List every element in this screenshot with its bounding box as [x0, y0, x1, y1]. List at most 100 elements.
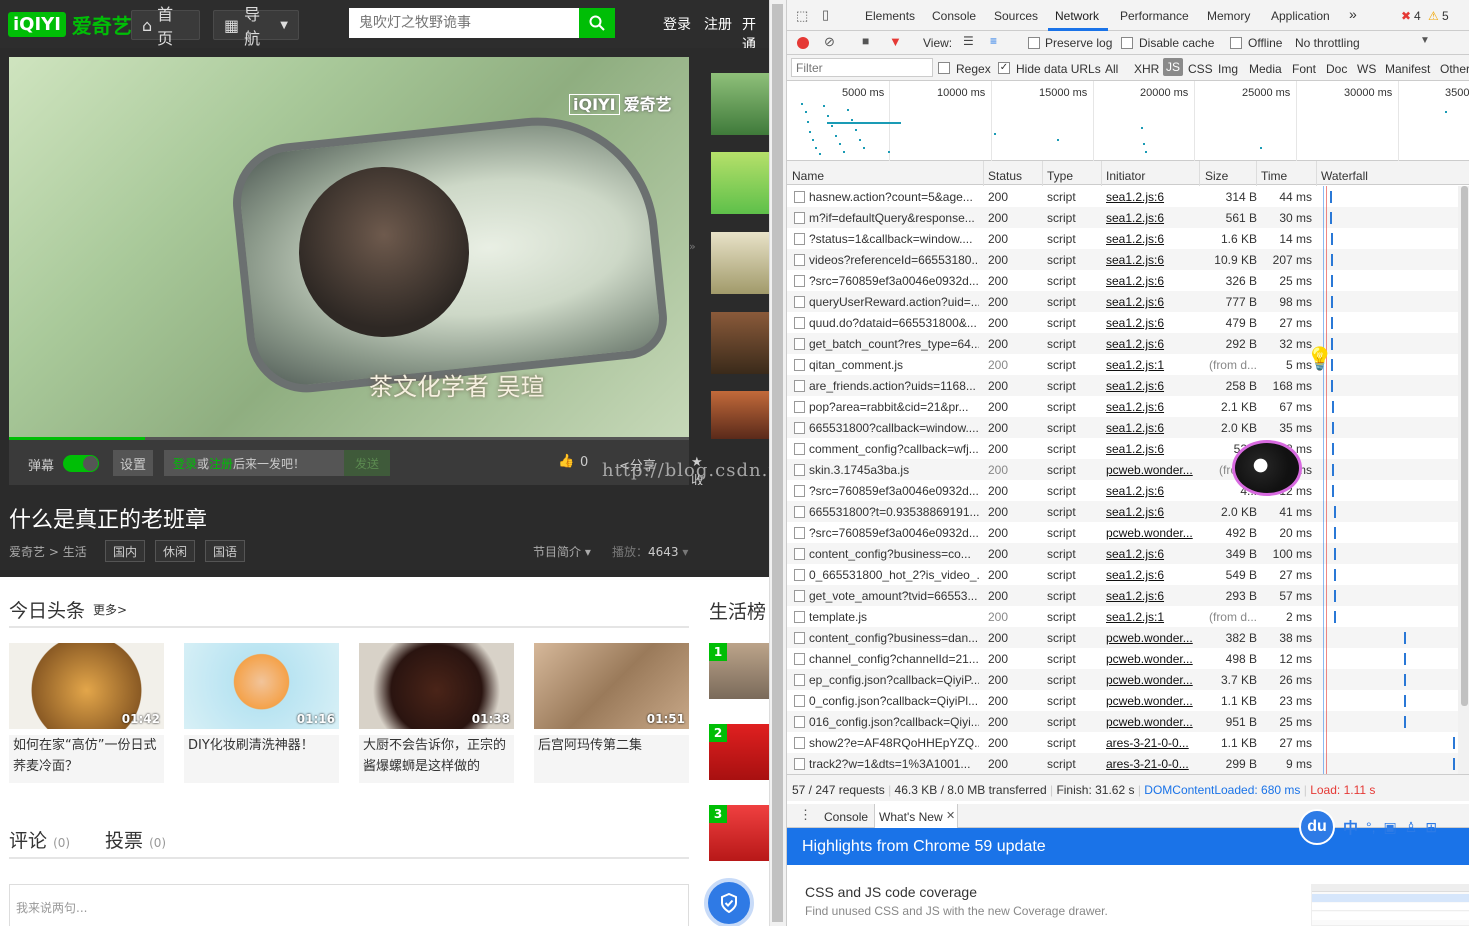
table-row[interactable]: 016_config.json?callback=Qiyi... 200 scrip… — [787, 711, 1469, 732]
table-row[interactable]: ?src=760859ef3a0046e0932d... 200 script sea… — [787, 270, 1469, 291]
tab-performance[interactable]: Performance — [1120, 9, 1189, 23]
offline-checkbox[interactable] — [1230, 37, 1242, 49]
waterfall-view-icon[interactable]: ≡ — [990, 34, 997, 48]
tag-1[interactable]: 休闲 — [155, 540, 196, 562]
type-manifest[interactable]: Manifest — [1385, 62, 1430, 76]
type-doc[interactable]: Doc — [1326, 62, 1347, 76]
table-row[interactable]: get_vote_amount?tvid=66553... 200 script se… — [787, 585, 1469, 606]
col-time[interactable]: Time — [1261, 169, 1287, 183]
device-toolbar-icon[interactable]: ▯ — [822, 7, 829, 23]
settings-button[interactable]: 设置 — [113, 450, 153, 476]
col-waterfall[interactable]: Waterfall — [1321, 169, 1368, 183]
row-initiator[interactable]: sea1.2.js:6 — [1106, 190, 1194, 204]
nav-home-button[interactable]: ⌂ 首页 — [131, 5, 200, 48]
tab-sources[interactable]: Sources — [994, 9, 1038, 23]
floating-action-button[interactable] — [704, 878, 754, 926]
register-link[interactable]: 注册 — [704, 14, 732, 34]
login-link[interactable]: 登录 — [663, 14, 691, 34]
table-row[interactable]: videos?referenceId=66553180... 200 script s… — [787, 249, 1469, 270]
page-scrollbar-thumb[interactable] — [772, 4, 783, 922]
table-row[interactable]: m?if=defaultQuery&response... 200 script se… — [787, 207, 1469, 228]
rank-item-3[interactable]: 3 — [709, 805, 769, 861]
side-thumb-3[interactable] — [711, 232, 769, 294]
comment-tab[interactable]: 评论 (0) — [9, 826, 70, 853]
site-logo[interactable]: iQIYI 爱奇艺 — [8, 7, 132, 41]
table-row[interactable]: 0_config.json?callback=QiyiPl... 200 scrip… — [787, 690, 1469, 711]
close-icon[interactable]: ✕ — [946, 809, 955, 822]
coverage-title[interactable]: CSS and JS code coverage — [805, 884, 977, 900]
row-initiator[interactable]: sea1.2.js:6 — [1106, 400, 1194, 414]
screenshot-icon[interactable]: ■ — [862, 34, 869, 48]
tab-network[interactable]: Network — [1055, 9, 1099, 23]
filter-icon[interactable]: ▼ — [889, 34, 902, 49]
table-row[interactable]: show2?e=AF48RQoHHEpYZQ... 200 script ares-3… — [787, 732, 1469, 753]
row-initiator[interactable]: sea1.2.js:6 — [1106, 337, 1194, 351]
baidu-ime-logo[interactable]: du — [1299, 809, 1335, 845]
table-row[interactable]: comment_config?callback=wfj... 200 script s… — [787, 438, 1469, 459]
nav-guide-button[interactable]: ▦ 导航 ▼ — [213, 5, 299, 48]
tag-0[interactable]: 国内 — [105, 540, 146, 562]
table-row[interactable]: get_batch_count?res_type=64... 200 script s… — [787, 333, 1469, 354]
row-initiator[interactable]: sea1.2.js:6 — [1106, 232, 1194, 246]
video-card-3[interactable]: 01:38 大厨不会告诉你，正宗的酱爆螺蛳是这样做的 — [359, 643, 514, 783]
inspect-icon[interactable]: ⬚ — [796, 8, 808, 24]
row-initiator[interactable]: sea1.2.js:6 — [1106, 568, 1194, 582]
side-thumb-5[interactable] — [711, 391, 769, 439]
col-status[interactable]: Status — [988, 169, 1022, 183]
type-css[interactable]: CSS — [1188, 62, 1213, 76]
row-initiator[interactable]: sea1.2.js:6 — [1106, 589, 1194, 603]
row-initiator[interactable]: pcweb.wonder... — [1106, 526, 1194, 540]
table-row[interactable]: ?src=760859ef3a0046e0932d... 200 script sea… — [787, 480, 1469, 501]
row-initiator[interactable]: sea1.2.js:6 — [1106, 316, 1194, 330]
table-row[interactable]: 665531800?t=0.93538869191... 200 script sea… — [787, 501, 1469, 522]
type-xhr[interactable]: XHR — [1134, 62, 1159, 76]
ime-toolbox-icon[interactable]: ▣ — [1384, 819, 1397, 836]
row-initiator[interactable]: sea1.2.js:6 — [1106, 421, 1194, 435]
tab-elements[interactable]: Elements — [865, 9, 915, 23]
row-initiator[interactable]: sea1.2.js:6 — [1106, 505, 1194, 519]
expand-sidebar-icon[interactable]: » — [689, 240, 701, 258]
vote-tab[interactable]: 投票 (0) — [105, 826, 166, 853]
large-rows-icon[interactable]: ☰ — [963, 34, 974, 48]
search-input[interactable] — [349, 8, 579, 38]
row-initiator[interactable]: pcweb.wonder... — [1106, 652, 1194, 666]
table-row[interactable]: pop?area=rabbit&cid=21&pr... 200 script sea… — [787, 396, 1469, 417]
row-initiator[interactable]: sea1.2.js:6 — [1106, 295, 1194, 309]
row-initiator[interactable]: pcweb.wonder... — [1106, 463, 1194, 477]
throttling-dropdown-icon[interactable]: ▼ — [1420, 35, 1430, 46]
row-initiator[interactable]: sea1.2.js:6 — [1106, 484, 1194, 498]
type-other[interactable]: Other — [1440, 62, 1469, 76]
row-initiator[interactable]: pcweb.wonder... — [1106, 631, 1194, 645]
video-card-1[interactable]: 01:42 如何在家“高仿”一份日式荞麦冷面？ — [9, 643, 164, 783]
table-row[interactable]: template.js 200 script sea1.2.js:1 (from d..… — [787, 606, 1469, 627]
row-initiator[interactable]: ares-3-21-0-0... — [1106, 757, 1194, 771]
danmu-input[interactable]: 登录或注册后来一发吧！ — [164, 450, 344, 476]
table-row[interactable]: queryUserReward.action?uid=... 200 script s… — [787, 291, 1469, 312]
type-img[interactable]: Img — [1218, 62, 1238, 76]
col-type[interactable]: Type — [1047, 169, 1073, 183]
table-row[interactable]: skin.3.1745a3ba.js 200 script pcweb.wonder.… — [787, 459, 1469, 480]
table-scrollbar-thumb[interactable] — [1461, 186, 1468, 706]
filter-input[interactable] — [791, 58, 933, 77]
col-size[interactable]: Size — [1205, 169, 1228, 183]
video-card-4[interactable]: 01:51 后宫阿玛传第二集 — [534, 643, 689, 783]
more-tabs-icon[interactable]: » — [1349, 6, 1357, 22]
row-initiator[interactable]: sea1.2.js:6 — [1106, 211, 1194, 225]
type-media[interactable]: Media — [1249, 62, 1282, 76]
table-row[interactable]: channel_config?channelId=21... 200 script p… — [787, 648, 1469, 669]
tab-memory[interactable]: Memory — [1207, 9, 1250, 23]
more-link[interactable]: 更多> — [93, 601, 127, 618]
comment-input[interactable]: 我来说两句... — [9, 884, 689, 926]
col-initiator[interactable]: Initiator — [1106, 169, 1145, 183]
row-initiator[interactable]: sea1.2.js:6 — [1106, 274, 1194, 288]
warning-icon[interactable]: ⚠ — [1428, 9, 1439, 23]
record-icon[interactable] — [797, 37, 809, 49]
danmu-login-link[interactable]: 登录 — [173, 457, 197, 471]
ime-chinese-icon[interactable]: 中 — [1343, 817, 1358, 838]
preserve-log-checkbox[interactable] — [1028, 37, 1040, 49]
network-overview[interactable]: 5000 ms 10000 ms 15000 ms 20000 ms 25000… — [787, 81, 1469, 161]
error-icon[interactable]: ✖ — [1401, 9, 1411, 23]
table-row[interactable]: content_config?business=co... 200 script se… — [787, 543, 1469, 564]
drawer-tab-console[interactable]: Console — [824, 810, 868, 824]
danmu-toggle[interactable] — [63, 455, 99, 472]
